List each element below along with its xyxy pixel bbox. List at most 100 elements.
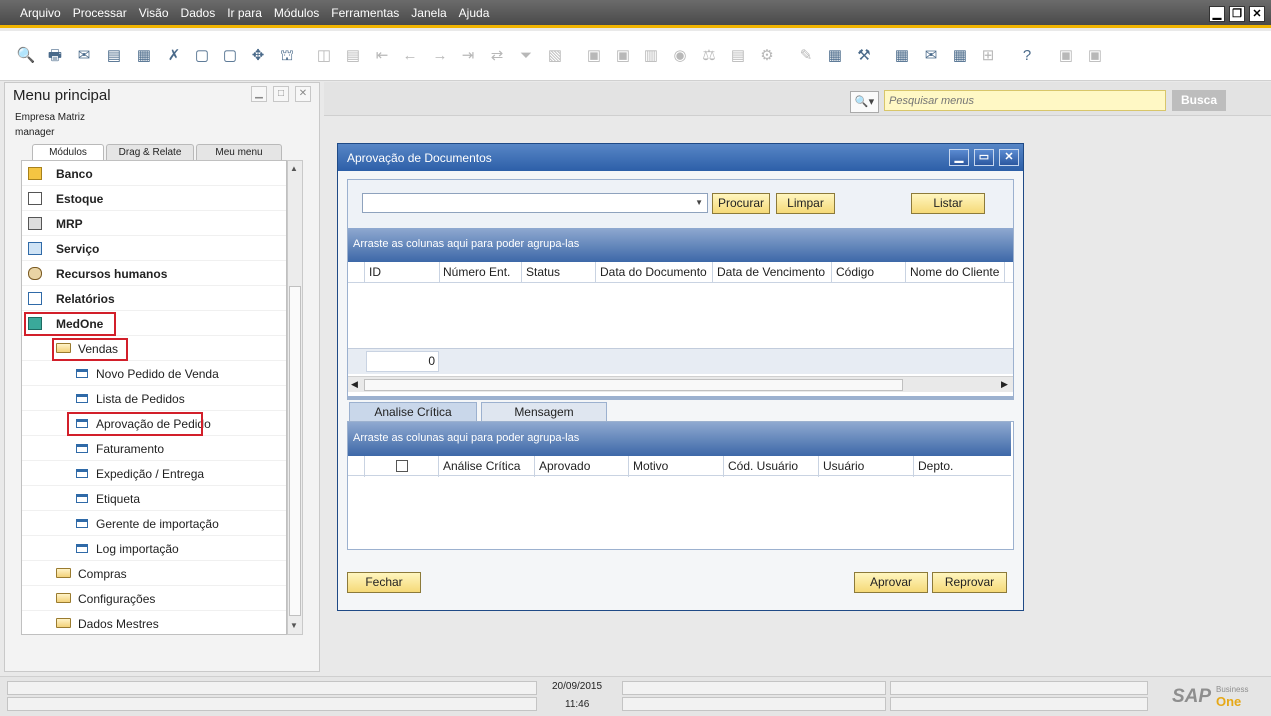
folder-configuracoes[interactable]: Configurações — [22, 586, 286, 611]
documents-grid-header: ID Número Ent. Status Data do Documento … — [348, 262, 1013, 283]
tab-meu-menu[interactable]: Meu menu — [196, 144, 282, 160]
pdf-icon[interactable]: ▢ — [220, 46, 240, 66]
fechar-button[interactable]: Fechar — [347, 572, 421, 593]
dialog-close-button[interactable]: ✕ — [999, 149, 1019, 166]
panel-minimize-button[interactable]: ▁ — [251, 86, 267, 102]
module-mrp[interactable]: MRP — [22, 211, 286, 236]
minimize-window-button[interactable]: ▁ — [1209, 6, 1225, 22]
select-all-checkbox[interactable] — [396, 460, 408, 472]
col-data-documento[interactable]: Data do Documento — [600, 265, 707, 279]
help-icon[interactable]: ? — [1017, 46, 1037, 66]
restore-window-button[interactable]: ❐ — [1229, 6, 1245, 22]
col-cod-usuario[interactable]: Cód. Usuário — [728, 459, 798, 473]
col-nome-cliente[interactable]: Nome do Cliente — [910, 265, 999, 279]
tree-scrollbar[interactable]: ▲ ▼ — [287, 160, 303, 635]
col-id[interactable]: ID — [369, 265, 381, 279]
module-estoque[interactable]: Estoque — [22, 186, 286, 211]
col-data-vencimento[interactable]: Data de Vencimento — [717, 265, 825, 279]
menu-processar[interactable]: Processar — [67, 6, 133, 20]
print-icon[interactable]: 🖶 — [45, 46, 65, 66]
excel-icon[interactable]: ✗ — [164, 46, 184, 66]
menu-item-expedicao[interactable]: Expedição / Entrega — [22, 461, 286, 486]
col-aprovado[interactable]: Aprovado — [539, 459, 590, 473]
col-motivo[interactable]: Motivo — [633, 459, 668, 473]
folder-compras[interactable]: Compras — [22, 561, 286, 586]
status-field-4 — [622, 697, 886, 711]
menu-modulos[interactable]: Módulos — [268, 6, 325, 20]
panel-splitter[interactable] — [347, 396, 1014, 400]
search-button[interactable]: Busca — [1172, 90, 1226, 111]
launch-app-icon[interactable]: ✥ — [248, 46, 268, 66]
scroll-right-icon[interactable]: ▶ — [1001, 379, 1008, 390]
col-depto[interactable]: Depto. — [918, 459, 953, 473]
col-analise-critica[interactable]: Análise Crítica — [443, 459, 520, 473]
logo-one: One — [1216, 694, 1242, 709]
col-usuario[interactable]: Usuário — [823, 459, 864, 473]
menu-dados[interactable]: Dados — [175, 6, 222, 20]
menu-item-etiqueta[interactable]: Etiqueta — [22, 486, 286, 511]
status-message-field-2 — [7, 697, 537, 711]
scroll-left-icon[interactable]: ◀ — [351, 379, 358, 390]
menu-ir-para[interactable]: Ir para — [221, 6, 268, 20]
panel-close-button[interactable]: ✕ — [295, 86, 311, 102]
grid-horizontal-scrollbar[interactable]: ◀ ▶ — [348, 376, 1013, 392]
lock-screen-icon[interactable]: ⛫ — [277, 46, 297, 66]
tab-modulos[interactable]: Módulos — [32, 144, 104, 161]
menu-janela[interactable]: Janela — [405, 6, 452, 20]
tab-drag-relate[interactable]: Drag & Relate — [106, 144, 194, 160]
listar-button[interactable]: Listar — [911, 193, 985, 214]
module-relatorios[interactable]: Relatórios — [22, 286, 286, 311]
menu-visao[interactable]: Visão — [133, 6, 175, 20]
menu-item-lista-pedidos[interactable]: Lista de Pedidos — [22, 386, 286, 411]
preview-icon[interactable]: 🔍 — [16, 46, 36, 66]
menu-item-log-importacao[interactable]: Log importação — [22, 536, 286, 561]
dialog-maximize-button[interactable]: ▭ — [974, 149, 994, 166]
reprovar-button[interactable]: Reprovar — [932, 572, 1007, 593]
grid-summary-row: 0 — [348, 348, 1013, 374]
menu-ferramentas[interactable]: Ferramentas — [325, 6, 405, 20]
org-chart-icon: ⊞ — [981, 47, 995, 64]
user-defined-fields-icon[interactable]: ▦ — [825, 46, 845, 66]
email-icon[interactable]: ✉ — [74, 46, 94, 66]
menu-item-faturamento[interactable]: Faturamento — [22, 436, 286, 461]
group-by-area[interactable]: Arraste as colunas aqui para poder agrup… — [348, 228, 1013, 262]
menu-arquivo[interactable]: Arquivo — [14, 6, 67, 20]
dialog-minimize-button[interactable]: ▁ — [949, 149, 969, 166]
scroll-thumb[interactable] — [289, 286, 301, 616]
menu-ajuda[interactable]: Ajuda — [453, 6, 496, 20]
col-sep — [521, 262, 522, 283]
fax-icon[interactable]: ▦ — [134, 46, 154, 66]
alerts-icon[interactable]: ▦ — [950, 46, 970, 66]
menu-item-gerente-importacao[interactable]: Gerente de importação — [22, 511, 286, 536]
col-status[interactable]: Status — [526, 265, 560, 279]
menu-item-novo-pedido[interactable]: Novo Pedido de Venda — [22, 361, 286, 386]
tab-analise-critica[interactable]: Analise Crítica — [349, 402, 477, 421]
calendar-icon[interactable]: ▦ — [892, 46, 912, 66]
menu-search-input[interactable] — [884, 90, 1166, 111]
form-settings-icon[interactable]: ⚒ — [854, 46, 874, 66]
word-icon[interactable]: ▢ — [192, 46, 212, 66]
search-options-icon[interactable]: 🔍▾ — [850, 91, 879, 113]
col-numero-ent[interactable]: Número Ent. — [443, 265, 510, 279]
sms-icon[interactable]: ▤ — [104, 46, 124, 66]
folder-dados-mestres[interactable]: Dados Mestres — [22, 611, 286, 634]
panel-maximize-button[interactable]: □ — [273, 86, 289, 102]
close-window-button[interactable]: ✕ — [1249, 6, 1265, 22]
messages-icon[interactable]: ✉ — [921, 46, 941, 66]
module-banco[interactable]: Banco — [22, 161, 286, 186]
scroll-up-icon[interactable]: ▲ — [290, 164, 298, 173]
col-codigo[interactable]: Código — [836, 265, 874, 279]
chevron-down-icon: ▼ — [695, 198, 703, 207]
limpar-button[interactable]: Limpar — [776, 193, 835, 214]
tab-mensagem[interactable]: Mensagem — [481, 402, 607, 421]
group-by-area-lower[interactable]: Arraste as colunas aqui para poder agrup… — [348, 422, 1011, 456]
module-recursos-humanos[interactable]: Recursos humanos — [22, 261, 286, 286]
menu-tabs: Módulos Drag & Relate Meu menu — [32, 144, 284, 161]
col-sep — [723, 456, 724, 477]
hscroll-thumb[interactable] — [364, 379, 903, 391]
aprovar-button[interactable]: Aprovar — [854, 572, 928, 593]
module-servico[interactable]: Serviço — [22, 236, 286, 261]
document-filter-combo[interactable]: ▼ — [362, 193, 708, 213]
scroll-down-icon[interactable]: ▼ — [290, 621, 298, 630]
procurar-button[interactable]: Procurar — [712, 193, 770, 214]
